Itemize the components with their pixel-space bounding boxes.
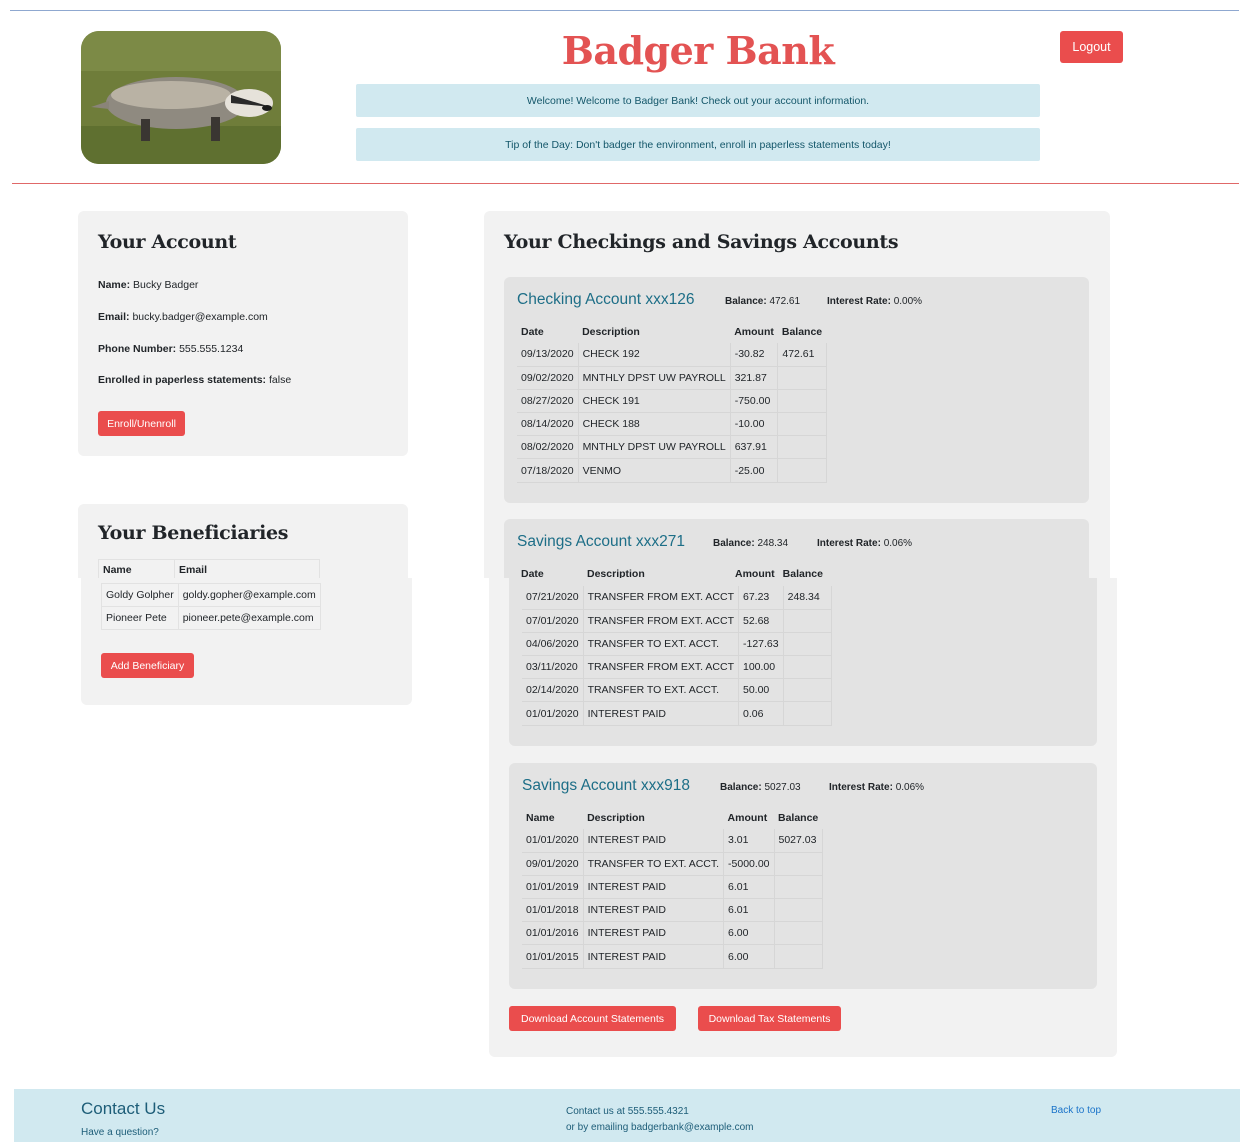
beneficiaries-title: Your Beneficiaries [98, 522, 289, 544]
table-row: 07/18/2020 VENMO -25.00 [517, 458, 827, 483]
table-row: 09/01/2020 TRANSFER TO EXT. ACCT. -5000.00 [522, 852, 823, 876]
contact-title: Contact Us [81, 1099, 166, 1118]
table-row: 08/02/2020 MNTHLY DPST UW PAYROLL 637.91 [517, 435, 827, 460]
account-rate: Interest Rate: 0.06% [829, 782, 925, 793]
table-row: 09/02/2020 MNTHLY DPST UW PAYROLL 321.87 [517, 366, 827, 390]
th-balance: Balance [778, 812, 819, 824]
account-name-savings-918[interactable]: Savings Account xxx918 [522, 777, 690, 795]
contact-details: Contact us at 555.555.4321 or by emailin… [566, 1104, 753, 1136]
accounts-card-body: 07/21/2020 TRANSFER FROM EXT. ACCT 67.23 24… [489, 578, 1117, 1057]
table-row: Goldy Golpher goldy.gopher@example.com [101, 583, 321, 607]
account-name: Bucky Badger [133, 279, 199, 291]
account-phone: 555.555.1234 [179, 343, 244, 355]
th-date: Date [521, 326, 544, 338]
th-balance: Balance [781, 326, 823, 338]
ben-header-name: Name [98, 559, 175, 580]
logout-button[interactable]: Logout [1060, 31, 1123, 63]
bank-title: Badger Bank [561, 28, 835, 73]
table-row: 01/01/2016 INTEREST PAID 6.00 [522, 921, 823, 946]
download-account-statements-button[interactable]: Download Account Statements [509, 1006, 676, 1031]
contact-subtitle: Have a question? [81, 1127, 159, 1138]
account-email: bucky.badger@example.com [132, 311, 268, 323]
download-tax-statements-button[interactable]: Download Tax Statements [698, 1006, 841, 1031]
table-row: 02/14/2020 TRANSFER TO EXT. ACCT. 50.00 [522, 678, 832, 703]
account-name-checking[interactable]: Checking Account xxx126 [517, 291, 695, 309]
account-balance: Balance: 5027.03 [720, 782, 801, 793]
table-row: 07/01/2020 TRANSFER FROM EXT. ACCT 52.68 [522, 609, 832, 633]
table-row: Pioneer Pete pioneer.pete@example.com [101, 606, 321, 630]
beneficiaries-card-body: Goldy Golpher goldy.gopher@example.com Pi… [81, 578, 412, 705]
badger-logo-image [81, 31, 281, 164]
beneficiaries-card: Your Beneficiaries Name Email [78, 504, 408, 580]
th-amount: Amount [727, 812, 768, 824]
account-paperless: false [268, 374, 292, 386]
table-row: 01/01/2020 INTEREST PAID 0.06 [522, 701, 832, 726]
welcome-alert: Welcome! Welcome to Badger Bank! Check o… [356, 84, 1040, 117]
account-paperless-row: Enrolled in paperless statements: false [98, 374, 292, 386]
ben-header-email: Email [174, 559, 320, 580]
account-name-row: Name: Bucky Badger [98, 279, 199, 291]
table-row: 04/06/2020 TRANSFER TO EXT. ACCT. -127.63 [522, 632, 832, 657]
back-to-top-link[interactable]: Back to top [1051, 1105, 1101, 1116]
enroll-button[interactable]: Enroll/Unenroll [98, 411, 185, 436]
account-rate: Interest Rate: 0.06% [817, 538, 913, 549]
table-row: 03/11/2020 TRANSFER FROM EXT. ACCT 100.00 [522, 655, 832, 680]
transactions-table: 07/21/2020 TRANSFER FROM EXT. ACCT 67.23 24… [522, 586, 832, 726]
table-row: 09/13/2020 CHECK 192 -30.82 472.61 [517, 343, 827, 367]
table-row: 01/01/2015 INTEREST PAID 6.00 [522, 944, 823, 969]
account-phone-row: Phone Number: 555.555.1234 [98, 343, 244, 355]
account-panel-savings-918: Savings Account xxx918 Balance: 5027.03 … [509, 763, 1097, 989]
accounts-card: Your Checkings and Savings Accounts Chec… [484, 211, 1110, 580]
contact-phone: Contact us at 555.555.4321 [566, 1106, 689, 1117]
account-name-savings-271[interactable]: Savings Account xxx271 [517, 533, 685, 551]
account-panel-checking: Checking Account xxx126 Balance: 472.61 … [504, 277, 1089, 503]
accounts-title: Your Checkings and Savings Accounts [504, 231, 899, 253]
transactions-table: Name Description Amount Balance 01/01/2020 I… [522, 807, 823, 969]
table-row: 08/14/2020 CHECK 188 -10.00 [517, 412, 827, 437]
account-title: Your Account [98, 231, 237, 253]
header-divider [12, 183, 1239, 184]
lower-section: Goldy Golpher goldy.gopher@example.com Pi… [0, 578, 1249, 1089]
account-panel-savings-271-body: 07/21/2020 TRANSFER FROM EXT. ACCT 67.23 24… [509, 578, 1097, 746]
add-beneficiary-button[interactable]: Add Beneficiary [101, 653, 194, 678]
th-description: Description [582, 326, 640, 338]
top-divider [10, 10, 1239, 11]
table-row: 01/01/2020 INTEREST PAID 3.01 5027.03 [522, 829, 823, 853]
account-email-row: Email: bucky.badger@example.com [98, 311, 268, 323]
beneficiaries-table-header: Name Email [98, 559, 320, 580]
account-rate: Interest Rate: 0.00% [827, 296, 923, 307]
account-balance: Balance: 472.61 [725, 296, 801, 307]
account-balance: Balance: 248.34 [713, 538, 789, 549]
table-row: 01/01/2019 INTEREST PAID 6.01 [522, 875, 823, 900]
table-row: 08/27/2020 CHECK 191 -750.00 [517, 389, 827, 414]
th-name: Name [526, 812, 555, 824]
table-row: 01/01/2018 INTEREST PAID 6.01 [522, 898, 823, 923]
footer: Contact Us Have a question? Contact us a… [14, 1089, 1240, 1142]
th-description: Description [587, 812, 645, 824]
tip-alert: Tip of the Day: Don't badger the environ… [356, 128, 1040, 161]
beneficiaries-table: Goldy Golpher goldy.gopher@example.com Pi… [101, 583, 321, 630]
account-card: Your Account Name: Bucky Badger Email: b… [78, 211, 408, 456]
th-amount: Amount [734, 326, 774, 338]
transactions-table: Date Description Amount Balance 09/13/2020 C… [517, 321, 827, 483]
contact-email: or by emailing badgerbank@example.com [566, 1122, 754, 1133]
table-row: 07/21/2020 TRANSFER FROM EXT. ACCT 67.23 24… [522, 586, 832, 610]
account-panel-savings-271: Savings Account xxx271 Balance: 248.34 I… [504, 519, 1089, 580]
